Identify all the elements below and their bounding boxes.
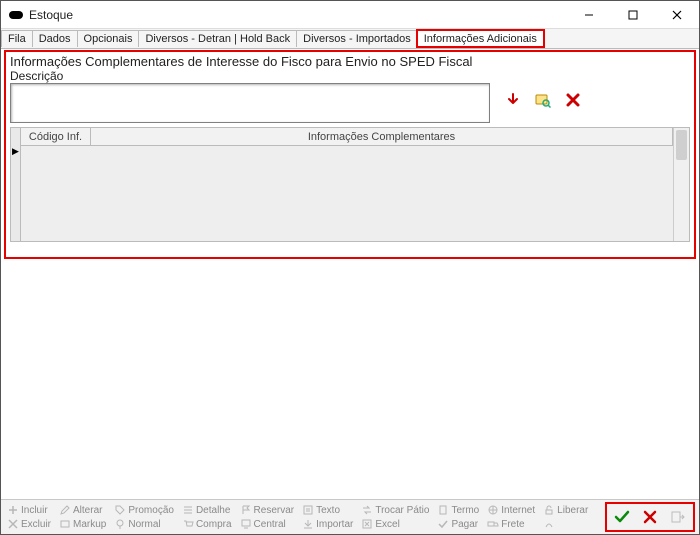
toolbar-incluir[interactable]: Incluir [5,504,53,516]
lookup-button[interactable] [534,91,552,109]
grid-row-marker-col: ▶ [11,128,21,241]
toolbar-markup[interactable]: Markup [57,518,108,530]
cancel-button[interactable] [641,508,659,526]
grid-scrollbar-thumb[interactable] [676,130,687,160]
flag-icon [240,504,252,516]
toolbar-normal[interactable]: Normal [112,518,176,530]
tab-informacoes-adicionais[interactable]: Informações Adicionais [417,30,544,47]
plus-icon [7,504,19,516]
delete-button[interactable] [564,91,582,109]
grid-col-info[interactable]: Informações Complementares [91,128,673,145]
unlock-icon [543,504,555,516]
text-icon [302,504,314,516]
insert-down-button[interactable] [504,91,522,109]
toolbar-markup-label: Markup [73,519,106,530]
doc-icon [437,504,449,516]
toolbar-importar-label: Importar [316,519,353,530]
toolbar-frete-label: Frete [501,519,524,530]
toolbar-trocar-label: Trocar Pátio [375,505,429,516]
toolbar-termo-label: Termo [451,505,479,516]
import-icon [302,518,314,530]
toolbar-excluir[interactable]: Excluir [5,518,53,530]
toolbar-promocao[interactable]: Promoção [112,504,176,516]
toolbar-compra[interactable]: Compra [180,518,234,530]
screen-icon [240,518,252,530]
confirm-button[interactable] [613,508,631,526]
tab-strip: Fila Dados Opcionais Diversos - Detran |… [1,29,699,49]
check-icon [437,518,449,530]
toolbar-texto[interactable]: Texto [300,504,355,516]
toolbar-internet-label: Internet [501,505,535,516]
toolbar-alterar-label: Alterar [73,505,102,516]
toolbar-reservar-label: Reservar [254,505,295,516]
misc-icon [543,518,555,530]
main-panel: Informações Complementares de Interesse … [4,50,696,259]
tab-dados[interactable]: Dados [32,30,78,47]
current-row-marker-icon: ▶ [11,146,20,157]
toolbar-texto-label: Texto [316,505,340,516]
toolbar-pagar[interactable]: Pagar [435,518,481,530]
cart-icon [182,518,194,530]
globe-icon [487,504,499,516]
toolbar-excel[interactable]: Excel [359,518,431,530]
window-title: Estoque [29,8,73,22]
tab-diversos-importados[interactable]: Diversos - Importados [296,30,418,47]
bottom-toolbar: Incluir Excluir Alterar Markup Promoção … [1,499,699,534]
toolbar-importar[interactable]: Importar [300,518,355,530]
minimize-button[interactable] [567,1,611,29]
toolbar-pagar-label: Pagar [451,519,478,530]
list-icon [182,504,194,516]
toolbar-compra-label: Compra [196,519,232,530]
toolbar-detalhe[interactable]: Detalhe [180,504,234,516]
description-action-icons [490,83,582,109]
toolbar-trocar-patio[interactable]: Trocar Pátio [359,504,431,516]
toolbar-normal-label: Normal [128,519,160,530]
toolbar-detalhe-label: Detalhe [196,505,230,516]
panel-title: Informações Complementares de Interesse … [6,52,694,69]
toolbar-termo[interactable]: Termo [435,504,481,516]
toolbar-internet[interactable]: Internet [485,504,537,516]
grid-col-codigo[interactable]: Código Inf. [21,128,91,145]
grid-scrollbar[interactable] [673,128,689,241]
pencil-icon [59,504,71,516]
toolbar-alterar[interactable]: Alterar [57,504,108,516]
toolbar-liberar[interactable]: Liberar [541,504,590,516]
grid-header: Código Inf. Informações Complementares [21,128,673,146]
toolbar-excluir-label: Excluir [21,519,51,530]
commit-actions [605,502,695,532]
toolbar-excel-label: Excel [375,519,399,530]
app-icon [9,11,23,19]
truck-icon [487,518,499,530]
bulb-icon [114,518,126,530]
toolbar-liberar-label: Liberar [557,505,588,516]
exit-button[interactable] [669,508,687,526]
titlebar: Estoque [1,1,699,29]
grid-body[interactable] [21,146,673,241]
tag-icon [114,504,126,516]
description-label: Descrição [6,69,694,83]
toolbar-frete[interactable]: Frete [485,518,537,530]
toolbar-reservar[interactable]: Reservar [238,504,297,516]
toolbar-central-label: Central [254,519,286,530]
tab-diversos-detran[interactable]: Diversos - Detran | Hold Back [138,30,297,47]
markup-icon [59,518,71,530]
close-button[interactable] [655,1,699,29]
excel-icon [361,518,373,530]
toolbar-incluir-label: Incluir [21,505,48,516]
toolbar-central[interactable]: Central [238,518,297,530]
description-input[interactable] [10,83,490,123]
tab-opcionais[interactable]: Opcionais [77,30,140,47]
maximize-button[interactable] [611,1,655,29]
swap-icon [361,504,373,516]
x-icon [7,518,19,530]
tab-fila[interactable]: Fila [1,30,33,47]
toolbar-promocao-label: Promoção [128,505,174,516]
toolbar-extra1[interactable] [541,518,590,530]
info-grid: ▶ Código Inf. Informações Complementares [10,127,690,242]
